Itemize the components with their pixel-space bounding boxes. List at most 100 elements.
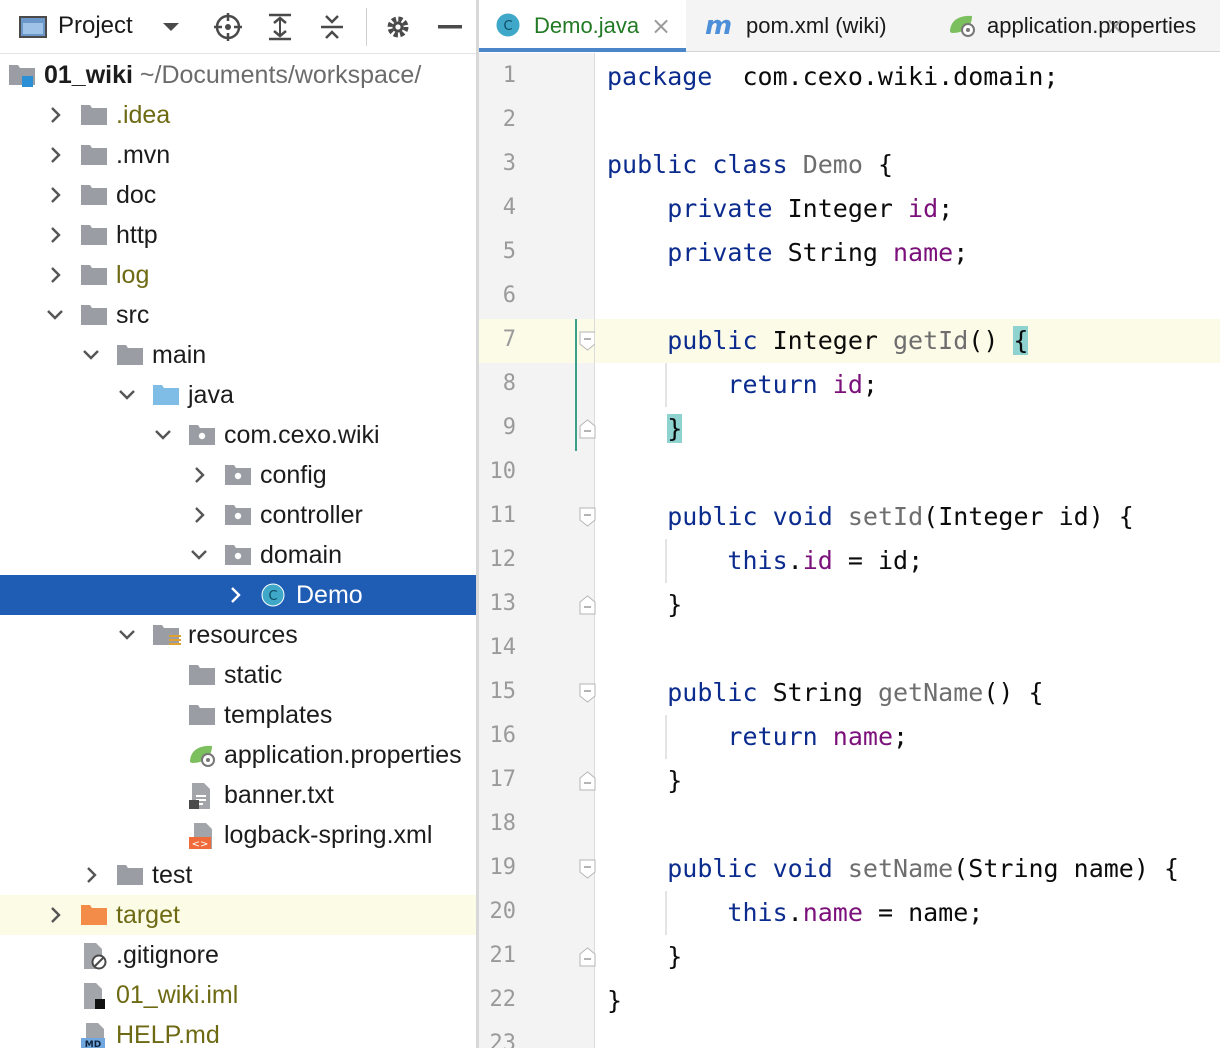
chevron-right-icon[interactable]	[44, 224, 66, 246]
tree-item-config[interactable]: config	[0, 455, 476, 495]
code-line[interactable]: return id;	[595, 363, 1220, 407]
hide-panel-icon[interactable]	[433, 10, 467, 44]
code-editor[interactable]: package com.cexo.wiki.domain; public clas…	[595, 53, 1220, 1048]
project-view-title[interactable]: Project	[58, 12, 133, 40]
code-line[interactable]: this.name = name;	[595, 891, 1220, 935]
chevron-right-icon[interactable]	[44, 264, 66, 286]
gutter-line[interactable]: 10	[479, 451, 594, 495]
code-line[interactable]: private Integer id;	[595, 187, 1220, 231]
locate-icon[interactable]	[211, 10, 245, 44]
tree-item-application-properties[interactable]: application.properties	[0, 735, 476, 775]
chevron-right-icon[interactable]	[224, 584, 246, 606]
tree-item-01-wiki-iml[interactable]: 01_wiki.iml	[0, 975, 476, 1015]
code-line[interactable]: }	[595, 979, 1220, 1023]
line-number-gutter[interactable]: 1 2 3 4 5 6 7 8 9 10 11 12 13 14 15 16 17 18 19 20 21 22 23	[479, 53, 596, 1048]
code-line[interactable]: public Integer getId() {	[595, 319, 1220, 363]
fold-open-icon[interactable]	[579, 331, 596, 351]
gutter-line[interactable]: 11	[479, 495, 594, 539]
chevron-down-icon[interactable]	[188, 544, 210, 566]
chevron-right-icon[interactable]	[44, 144, 66, 166]
tree-item-mvn[interactable]: .mvn	[0, 135, 476, 175]
gutter-line[interactable]: 17	[479, 759, 594, 803]
gutter-line[interactable]: 3	[479, 143, 594, 187]
tree-item-templates[interactable]: templates	[0, 695, 476, 735]
gutter-line[interactable]: 20	[479, 891, 594, 935]
chevron-right-icon[interactable]	[44, 104, 66, 126]
vcs-change-marker[interactable]	[575, 319, 577, 451]
chevron-down-icon[interactable]	[80, 344, 102, 366]
tree-item-test[interactable]: test	[0, 855, 476, 895]
gutter-line[interactable]: 23	[479, 1023, 594, 1048]
gutter-line[interactable]: 15	[479, 671, 594, 715]
gutter-line[interactable]: 21	[479, 935, 594, 979]
gutter-line[interactable]: 14	[479, 627, 594, 671]
tree-item-main[interactable]: main	[0, 335, 476, 375]
collapse-all-icon[interactable]	[315, 10, 349, 44]
code-line[interactable]: }	[595, 583, 1220, 627]
tree-item-help-md[interactable]: MD HELP.md	[0, 1015, 476, 1048]
chevron-down-icon[interactable]	[116, 384, 138, 406]
code-line[interactable]	[595, 1023, 1220, 1048]
expand-all-icon[interactable]	[263, 10, 297, 44]
code-line[interactable]: }	[595, 935, 1220, 979]
code-line[interactable]: return name;	[595, 715, 1220, 759]
tree-item-controller[interactable]: controller	[0, 495, 476, 535]
chevron-down-icon[interactable]	[116, 624, 138, 646]
code-line[interactable]	[595, 99, 1220, 143]
chevron-right-icon[interactable]	[44, 904, 66, 926]
tree-item-doc[interactable]: doc	[0, 175, 476, 215]
tree-item-log[interactable]: log	[0, 255, 476, 295]
tree-item-target[interactable]: target	[0, 895, 476, 935]
chevron-right-icon[interactable]	[44, 184, 66, 206]
tree-item-01-wiki[interactable]: 01_wiki ~/Documents/workspace/	[0, 55, 476, 95]
fold-open-icon[interactable]	[579, 507, 596, 527]
project-view-icon[interactable]	[16, 10, 50, 44]
gutter-line[interactable]: 6	[479, 275, 594, 319]
tree-item-banner-txt[interactable]: banner.txt	[0, 775, 476, 815]
fold-open-icon[interactable]	[579, 683, 596, 703]
fold-close-icon[interactable]	[579, 595, 596, 615]
chevron-down-icon[interactable]	[44, 304, 66, 326]
tree-item-com-cexo-wiki[interactable]: com.cexo.wiki	[0, 415, 476, 455]
tab-demo-java[interactable]: C Demo.java ×	[479, 0, 686, 52]
tab-application-properties[interactable]: application.properties	[930, 0, 1220, 52]
code-line[interactable]: }	[595, 407, 1220, 451]
code-line[interactable]: private String name;	[595, 231, 1220, 275]
tree-item-java[interactable]: java	[0, 375, 476, 415]
fold-close-icon[interactable]	[579, 419, 596, 439]
code-line[interactable]: this.id = id;	[595, 539, 1220, 583]
tree-item-idea[interactable]: .idea	[0, 95, 476, 135]
tree-item-http[interactable]: http	[0, 215, 476, 255]
gutter-line[interactable]: 5	[479, 231, 594, 275]
code-line[interactable]: public void setName(String name) {	[595, 847, 1220, 891]
tree-item-static[interactable]: static	[0, 655, 476, 695]
gutter-line[interactable]: 18	[479, 803, 594, 847]
tree-item-logback-spring-xml[interactable]: <> logback-spring.xml	[0, 815, 476, 855]
tree-item-domain[interactable]: domain	[0, 535, 476, 575]
code-line[interactable]: package com.cexo.wiki.domain;	[595, 55, 1220, 99]
tree-item-demo[interactable]: C Demo	[0, 575, 476, 615]
gutter-line[interactable]: 16	[479, 715, 594, 759]
gutter-line[interactable]: 13	[479, 583, 594, 627]
code-line[interactable]: public String getName() {	[595, 671, 1220, 715]
chevron-down-icon[interactable]	[154, 10, 188, 44]
gutter-line[interactable]: 1	[479, 55, 594, 99]
chevron-down-icon[interactable]	[152, 424, 174, 446]
tab-pom-xml-wiki[interactable]: m pom.xml (wiki) ×	[686, 0, 1125, 52]
tree-item-resources[interactable]: resources	[0, 615, 476, 655]
code-line[interactable]	[595, 275, 1220, 319]
fold-open-icon[interactable]	[579, 859, 596, 879]
gutter-line[interactable]: 2	[479, 99, 594, 143]
fold-close-icon[interactable]	[579, 771, 596, 791]
code-line[interactable]: public void setId(Integer id) {	[595, 495, 1220, 539]
fold-close-icon[interactable]	[579, 947, 596, 967]
tree-item-gitignore[interactable]: .gitignore	[0, 935, 476, 975]
tree-item-src[interactable]: src	[0, 295, 476, 335]
gear-icon[interactable]	[381, 10, 415, 44]
gutter-line[interactable]: 4	[479, 187, 594, 231]
code-line[interactable]	[595, 803, 1220, 847]
close-icon[interactable]: ×	[651, 12, 671, 40]
code-line[interactable]: }	[595, 759, 1220, 803]
code-line[interactable]	[595, 627, 1220, 671]
code-line[interactable]: public class Demo {	[595, 143, 1220, 187]
